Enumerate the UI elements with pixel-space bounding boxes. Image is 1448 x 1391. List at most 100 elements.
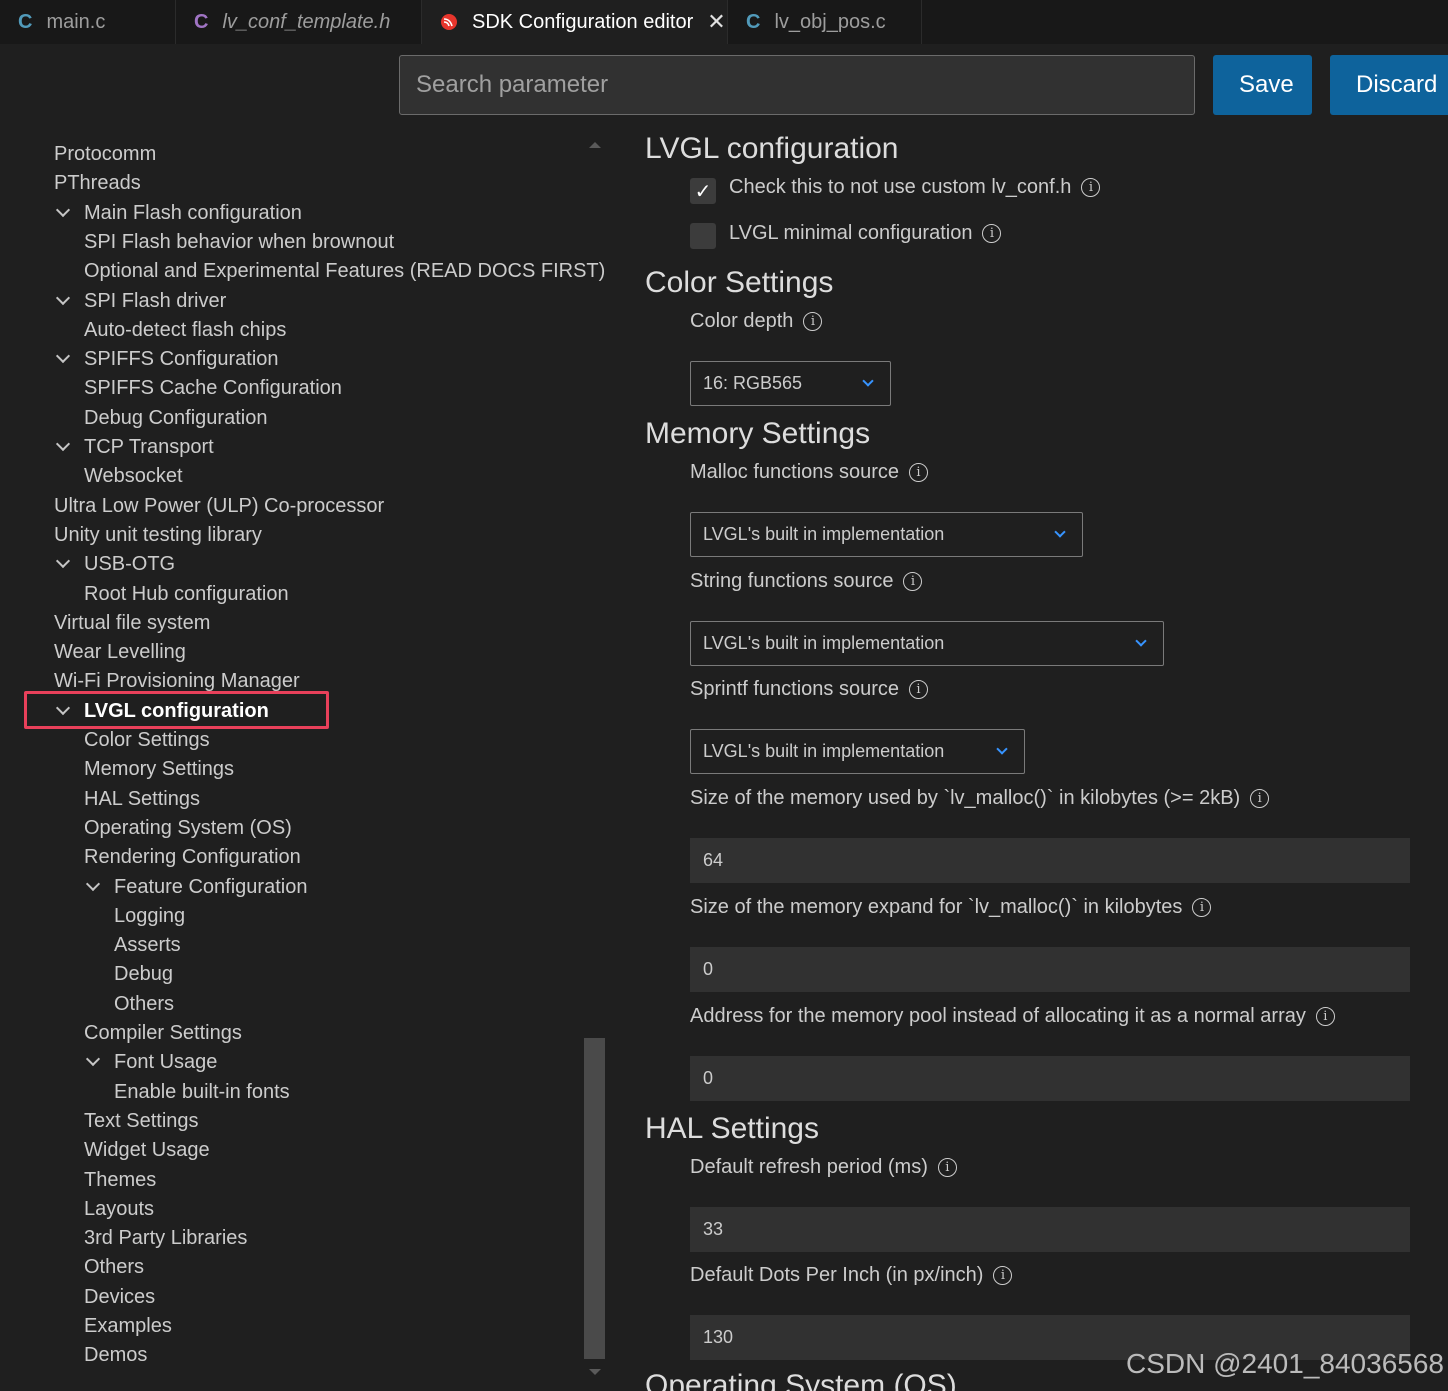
minimal-conf-checkbox[interactable] [690,223,716,249]
tree-item[interactable]: Wear Levelling [54,638,186,666]
tree-item[interactable]: Asserts [114,931,181,959]
tab-main-c[interactable]: C main.c [0,0,176,44]
tree-item[interactable]: Themes [84,1166,156,1194]
info-icon[interactable]: i [803,312,823,331]
tree-item[interactable]: Debug Configuration [84,404,267,432]
search-input[interactable] [399,55,1195,115]
tree-item[interactable]: Unity unit testing library [54,521,262,549]
tree-item[interactable]: Feature Configuration [114,873,307,901]
c-file-icon: C [746,10,761,33]
malloc-select[interactable]: LVGL's built in implementation [690,512,1083,557]
info-icon[interactable]: i [993,1266,1013,1285]
tree-item[interactable]: SPIFFS Cache Configuration [84,374,342,402]
select-value: LVGL's built in implementation [703,741,945,761]
tree-item[interactable]: Rendering Configuration [84,843,301,871]
discard-button[interactable]: Discard [1330,55,1448,115]
custom-conf-label: Check this to not use custom lv_conf.h i [729,176,1101,199]
tree-item[interactable]: Enable built-in fonts [114,1078,290,1106]
tab-label: SDK Configuration editor [472,10,694,33]
tree-item[interactable]: HAL Settings [84,785,200,813]
info-icon[interactable]: i [908,463,928,482]
chevron-down-icon[interactable] [55,290,71,305]
tree-item[interactable]: 3rd Party Libraries [84,1224,247,1252]
string-label: String functions source i [690,570,923,593]
tree-item[interactable]: Widget Usage [84,1136,210,1164]
section-title-memory: Memory Settings [645,417,871,450]
sprintf-label: Sprintf functions source i [690,678,928,701]
scroll-up-arrow-icon[interactable] [589,142,601,148]
tree-item[interactable]: Demos [84,1341,147,1369]
tree-item[interactable]: Layouts [84,1195,154,1223]
tree-item[interactable]: Logging [114,902,185,930]
select-value: LVGL's built in implementation [703,524,945,544]
refresh-label: Default refresh period (ms) i [690,1156,957,1179]
info-icon[interactable]: i [909,680,928,699]
tree-item[interactable]: Protocomm [54,140,156,168]
tree-item[interactable]: Optional and Experimental Features (READ… [84,257,605,285]
tree-item[interactable]: Font Usage [114,1048,217,1076]
info-icon[interactable]: i [1192,898,1212,917]
tab-sdk-configuration-editor[interactable]: SDK Configuration editor ✕ [422,0,728,44]
tree-item[interactable]: Auto-detect flash chips [84,316,286,344]
tab-lv-conf-template[interactable]: C lv_conf_template.h [176,0,422,44]
close-icon[interactable]: ✕ [707,9,725,35]
chevron-down-icon[interactable] [85,876,101,891]
tree-item[interactable]: Virtual file system [54,609,210,637]
tree-item[interactable]: Text Settings [84,1107,199,1135]
info-icon[interactable]: i [982,224,1002,243]
tab-lv-obj-pos[interactable]: C lv_obj_pos.c [728,0,922,44]
string-select[interactable]: LVGL's built in implementation [690,621,1164,666]
tree-item[interactable]: Websocket [84,462,183,490]
chevron-down-icon[interactable] [55,554,71,569]
info-icon[interactable]: i [1250,789,1270,808]
tree-item[interactable]: USB-OTG [84,550,175,578]
chevron-down-icon [1054,526,1066,538]
tree-item[interactable]: Others [114,990,174,1018]
refresh-input[interactable]: 33 [690,1207,1410,1252]
chevron-down-icon[interactable] [85,1052,101,1067]
save-button[interactable]: Save [1213,55,1312,115]
tree-item[interactable]: Devices [84,1283,155,1311]
custom-conf-checkbox[interactable]: ✓ [690,178,716,204]
tree-item[interactable]: Memory Settings [84,755,234,783]
info-icon[interactable]: i [937,1158,957,1177]
mem-expand-input[interactable]: 0 [690,947,1410,992]
color-depth-select[interactable]: 16: RGB565 [690,361,891,406]
tree-item[interactable]: Ultra Low Power (ULP) Co-processor [54,492,384,520]
dpi-label: Default Dots Per Inch (in px/inch) i [690,1264,1013,1287]
tree-item[interactable]: Operating System (OS) [84,814,292,842]
mem-size-label: Size of the memory used by `lv_malloc()`… [690,787,1270,810]
tree-item[interactable]: Others [84,1253,144,1281]
mem-size-input[interactable]: 64 [690,838,1410,883]
editor-tab-bar: C main.c C lv_conf_template.h SDK Config… [0,0,1448,44]
tree-item[interactable]: PThreads [54,169,141,197]
tree-item[interactable]: Root Hub configuration [84,580,289,608]
tree-item[interactable]: SPI Flash driver [84,287,226,315]
sprintf-select[interactable]: LVGL's built in implementation [690,729,1025,774]
tree-item[interactable]: Main Flash configuration [84,199,302,227]
tree-scrollbar[interactable] [584,1038,605,1359]
tree-item[interactable]: SPI Flash behavior when brownout [84,228,394,256]
tree-item[interactable]: TCP Transport [84,433,214,461]
tree-item[interactable]: Examples [84,1312,172,1340]
tree-item[interactable]: Compiler Settings [84,1019,242,1047]
watermark: CSDN @2401_84036568 [1126,1348,1444,1379]
scroll-down-arrow-icon[interactable] [589,1369,601,1375]
mem-addr-label: Address for the memory pool instead of a… [690,1005,1335,1028]
info-icon[interactable]: i [1081,178,1101,197]
tab-label: lv_conf_template.h [222,10,391,33]
chevron-down-icon[interactable] [55,202,71,217]
chevron-down-icon [1135,635,1147,647]
info-icon[interactable]: i [903,572,923,591]
tree-item[interactable]: Color Settings [84,726,210,754]
tree-item[interactable]: SPIFFS Configuration [84,345,279,373]
config-tree[interactable]: Protocomm PThreads Main Flash configuratio… [0,128,605,1391]
mem-addr-input[interactable]: 0 [690,1056,1410,1101]
select-value: 16: RGB565 [703,373,803,393]
chevron-down-icon[interactable] [55,436,71,452]
section-title-hal: HAL Settings [645,1112,819,1145]
tree-item[interactable]: Debug [114,960,173,988]
chevron-down-icon[interactable] [55,349,71,364]
info-icon[interactable]: i [1315,1007,1335,1026]
mem-expand-label: Size of the memory expand for `lv_malloc… [690,896,1212,919]
